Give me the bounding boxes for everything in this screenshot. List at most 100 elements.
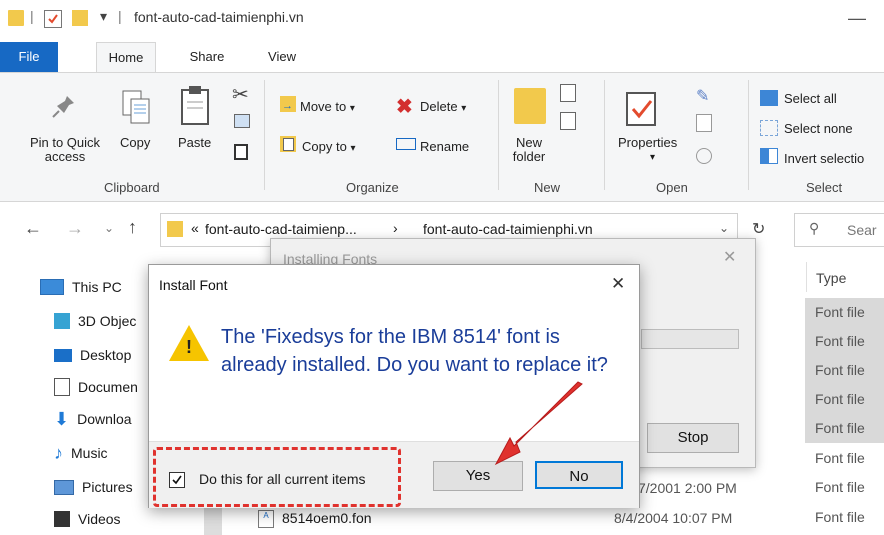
search-box[interactable]: ⚲ Sear	[794, 213, 884, 247]
move-to-label: Move to	[300, 99, 347, 114]
dialog-close-button[interactable]: ✕	[611, 274, 625, 294]
copy-path-icon[interactable]	[234, 114, 250, 128]
forward-icon[interactable]: →	[66, 218, 84, 239]
back-icon[interactable]: ←	[24, 218, 42, 239]
move-to-button[interactable]: Move to ▾	[300, 100, 355, 116]
apply-to-all-label[interactable]: Do this for all current items	[199, 471, 366, 487]
font-file-icon: A	[258, 510, 274, 528]
title-separator-2: |	[118, 8, 122, 24]
select-group-label: Select	[806, 180, 843, 195]
select-all-button[interactable]: Select all	[784, 92, 837, 106]
breadcrumb-chevron[interactable]: ›	[393, 220, 398, 236]
file-name-cell[interactable]: 8514oem0.fon	[282, 510, 372, 526]
new-folder-quick-icon[interactable]	[72, 10, 88, 26]
file-date-cell[interactable]: 7/2001 2:00 PM	[638, 480, 737, 496]
cut-icon[interactable]: ✂	[232, 82, 249, 107]
red-arrow-annotation	[494, 381, 583, 466]
properties-quick-icon[interactable]	[44, 10, 62, 28]
properties-dropdown-icon[interactable]: ▾	[650, 152, 655, 163]
file-type-cell[interactable]: Font file	[805, 414, 884, 443]
pin-to-quick-access-button[interactable]: Pin to Quick access	[20, 136, 110, 164]
paste-shortcut-icon[interactable]	[234, 144, 248, 160]
paste-icon	[178, 84, 212, 128]
file-type-cell[interactable]: Font file	[805, 503, 884, 532]
recent-locations-icon[interactable]: ⌄	[104, 221, 114, 235]
folder-icon-address	[167, 221, 183, 237]
invert-selection-button[interactable]: Invert selectio	[784, 152, 864, 166]
new-folder-line1: New	[515, 135, 542, 150]
sidebar-item-this-pc[interactable]: This PC	[40, 272, 122, 302]
up-icon[interactable]: ↑	[128, 217, 137, 238]
new-group-label: New	[534, 180, 561, 195]
refresh-icon[interactable]: ↻	[752, 219, 765, 239]
installing-close-button[interactable]: ✕	[723, 247, 736, 267]
file-type-cell[interactable]: Font file	[805, 473, 884, 502]
copy-icon	[120, 88, 152, 128]
paste-button[interactable]: Paste	[178, 136, 211, 150]
breadcrumb-parent[interactable]: font-auto-cad-taimienp...	[205, 221, 357, 237]
delete-dropdown-icon: ▾	[461, 103, 467, 114]
tab-share[interactable]: Share	[172, 42, 242, 72]
select-none-icon	[760, 120, 778, 136]
checkmark-icon	[172, 475, 182, 485]
new-item-icon[interactable]	[560, 84, 576, 102]
new-folder-button[interactable]: New folder	[504, 136, 554, 164]
easy-access-icon[interactable]	[560, 112, 576, 130]
sidebar-item-3d-objects[interactable]: 3D Objec	[54, 306, 136, 336]
customize-quick-access-icon[interactable]: ▾	[100, 8, 107, 25]
file-type-cell[interactable]: Font file	[805, 356, 884, 385]
delete-button[interactable]: Delete ▾	[420, 100, 466, 116]
sidebar-label: Documen	[78, 379, 138, 395]
copy-to-button[interactable]: Copy to ▾	[302, 140, 355, 156]
organize-group-label: Organize	[346, 180, 399, 195]
breadcrumb-current[interactable]: font-auto-cad-taimienphi.vn	[423, 221, 593, 237]
file-row-scrollbar[interactable]	[204, 508, 222, 535]
rename-button[interactable]: Rename	[420, 140, 469, 154]
sidebar-item-music[interactable]: ♪ Music	[54, 438, 108, 468]
file-type-cell[interactable]: Font file	[805, 327, 884, 356]
stop-button[interactable]: Stop	[647, 423, 739, 453]
history-icon[interactable]	[696, 148, 712, 164]
open-icon[interactable]: ✎	[696, 86, 709, 106]
sidebar-item-desktop[interactable]: Desktop	[54, 340, 131, 370]
file-type-cell[interactable]: Font file	[805, 298, 884, 327]
file-type-cell[interactable]: Font file	[805, 385, 884, 414]
tab-home[interactable]: Home	[96, 42, 156, 73]
sidebar-item-downloads[interactable]: ⬇ Downloa	[54, 404, 132, 434]
pin-label-line1: Pin to Quick	[29, 135, 101, 150]
copy-to-icon	[280, 136, 296, 152]
properties-button[interactable]: Properties	[618, 136, 677, 150]
title-bar: | ▾ | font-auto-cad-taimienphi.vn —	[0, 0, 884, 38]
edit-icon[interactable]	[696, 114, 712, 132]
warning-icon-glyph: !	[186, 337, 192, 357]
open-group-label: Open	[656, 180, 688, 195]
copy-button[interactable]: Copy	[120, 136, 150, 150]
sidebar-item-pictures[interactable]: Pictures	[54, 472, 133, 502]
sidebar-item-videos[interactable]: Videos	[54, 504, 121, 534]
ribbon-separator-4	[748, 80, 749, 190]
tab-view[interactable]: View	[252, 42, 312, 72]
delete-label: Delete	[420, 99, 458, 114]
sidebar-item-documents[interactable]: Documen	[54, 372, 138, 402]
tab-file[interactable]: File	[0, 42, 58, 72]
sidebar-label: This PC	[72, 279, 122, 295]
address-dropdown-icon[interactable]: ⌄	[719, 221, 729, 235]
column-header-divider	[806, 262, 807, 292]
sidebar-label: Videos	[78, 511, 121, 527]
document-icon	[54, 378, 70, 396]
ribbon-separator-2	[498, 80, 499, 190]
file-date-cell[interactable]: 8/4/2004 10:07 PM	[614, 510, 732, 526]
select-none-button[interactable]: Select none	[784, 122, 853, 136]
folder-icon	[8, 10, 24, 26]
apply-to-all-checkbox[interactable]	[169, 472, 185, 488]
new-folder-line2: folder	[512, 149, 546, 164]
sidebar-label: Downloa	[77, 411, 132, 427]
videos-icon	[54, 511, 70, 527]
address-overflow[interactable]: «	[191, 220, 199, 236]
new-folder-icon	[514, 88, 546, 124]
download-icon: ⬇	[54, 408, 70, 429]
file-type-cell[interactable]: Font file	[805, 444, 884, 473]
minimize-button[interactable]: —	[848, 8, 866, 29]
column-header-type[interactable]: Type	[816, 270, 846, 286]
music-icon: ♪	[54, 442, 63, 463]
